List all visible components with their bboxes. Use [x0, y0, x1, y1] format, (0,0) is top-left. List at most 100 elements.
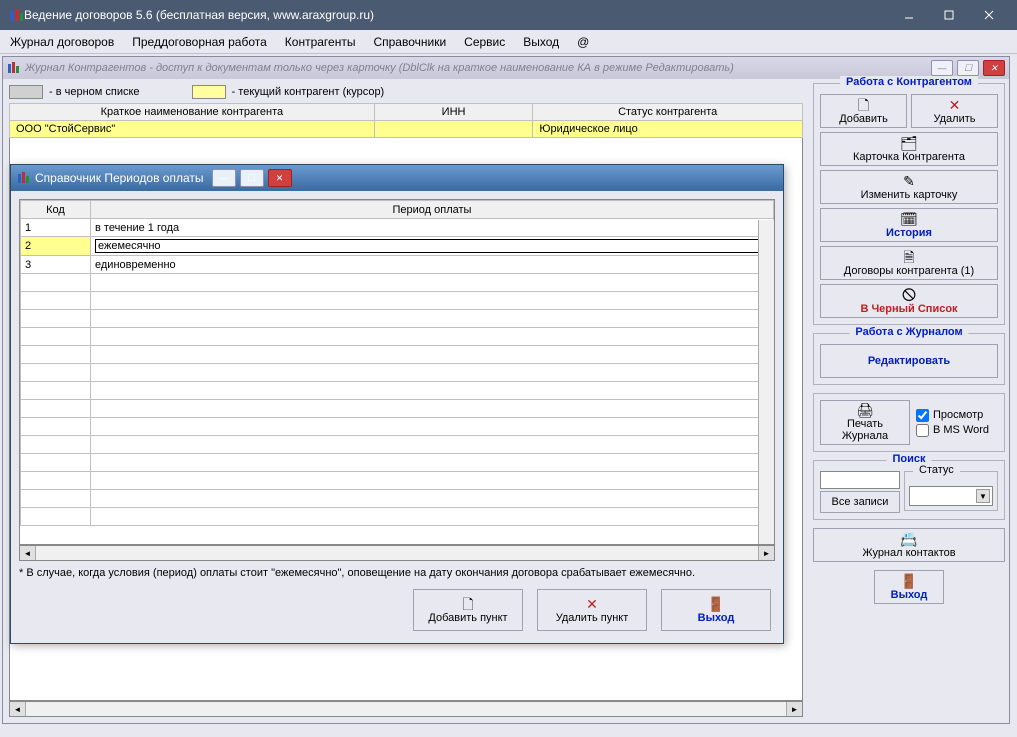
main-menubar: Журнал договоров Преддоговорная работа К… [0, 30, 1017, 54]
dialog-maximize-button[interactable]: ☐ [240, 169, 264, 187]
chevron-down-icon: ▼ [976, 489, 990, 503]
dialog-exit-button[interactable]: 🚪Выход [661, 589, 771, 631]
period-row[interactable] [21, 292, 774, 310]
exit-icon: 🚪 [707, 597, 724, 611]
menu-contracts[interactable]: Журнал договоров [10, 35, 114, 49]
preview-checkbox[interactable]: Просмотр [916, 409, 998, 422]
delete-item-button[interactable]: ✕Удалить пункт [537, 589, 647, 631]
mdi-minimize-button[interactable]: — [931, 60, 953, 76]
period-value-cell [91, 418, 774, 436]
period-code-cell [21, 346, 91, 364]
periods-hscroll-left[interactable]: ◄ [20, 546, 36, 560]
periods-hscroll[interactable]: ◄ ► [19, 545, 775, 561]
dialog-footnote: * В случае, когда условия (период) оплат… [19, 567, 775, 579]
print-button[interactable]: 🖨Печать Журнала [820, 400, 910, 445]
dialog-minimize-button[interactable]: — [212, 169, 236, 187]
hscroll-right[interactable]: ► [786, 702, 802, 716]
document-icon: 🗋 [462, 597, 473, 611]
status-select[interactable]: ▼ [909, 486, 993, 506]
menu-counterparties[interactable]: Контрагенты [285, 35, 356, 49]
period-row[interactable] [21, 310, 774, 328]
period-row[interactable] [21, 454, 774, 472]
period-row[interactable] [21, 364, 774, 382]
period-code-cell [21, 490, 91, 508]
add-button[interactable]: 🗋Добавить [820, 94, 907, 128]
period-code-cell [21, 310, 91, 328]
counterparties-grid[interactable]: Краткое наименование контрагента ИНН Ста… [9, 103, 803, 138]
window-minimize-button[interactable] [889, 0, 929, 30]
col-period[interactable]: Период оплаты [91, 201, 774, 219]
period-value-cell [91, 436, 774, 454]
add-item-button[interactable]: 🗋Добавить пункт [413, 589, 523, 631]
period-code-cell [21, 436, 91, 454]
menu-service[interactable]: Сервис [464, 35, 505, 49]
legend-swatch-current [192, 85, 226, 99]
periods-vscroll[interactable] [758, 220, 774, 544]
periods-grid[interactable]: Код Период оплаты 1в течение 1 года23еди… [19, 199, 775, 545]
history-button[interactable]: 🗓История [820, 208, 998, 242]
mdi-icon [7, 61, 21, 75]
period-row[interactable]: 2 [21, 237, 774, 256]
edit-journal-button[interactable]: Редактировать [820, 344, 998, 378]
delete-button[interactable]: ✕Удалить [911, 94, 998, 128]
menu-directories[interactable]: Справочники [373, 35, 446, 49]
period-value-cell: единовременно [91, 256, 774, 274]
legend-current-label: - текущий контрагент (курсор) [232, 86, 385, 98]
period-row[interactable] [21, 436, 774, 454]
period-code-cell [21, 382, 91, 400]
mdi-close-button[interactable]: ✕ [983, 60, 1005, 76]
period-row[interactable] [21, 382, 774, 400]
period-row[interactable]: 3единовременно [21, 256, 774, 274]
edit-card-button[interactable]: ✎Изменить карточку [820, 170, 998, 204]
col-code[interactable]: Код [21, 201, 91, 219]
card-button[interactable]: 🗂Карточка Контрагента [820, 132, 998, 166]
period-row[interactable] [21, 274, 774, 292]
legend-swatch-blacklist [9, 85, 43, 99]
cell-name: ООО "СтойСервис" [10, 121, 375, 138]
col-name[interactable]: Краткое наименование контрагента [10, 104, 375, 121]
period-row[interactable] [21, 400, 774, 418]
period-row[interactable] [21, 490, 774, 508]
hscroll-left[interactable]: ◄ [10, 702, 26, 716]
period-row[interactable] [21, 472, 774, 490]
counterparty-row[interactable]: ООО "СтойСервис" Юридическое лицо [10, 121, 803, 138]
menu-exit[interactable]: Выход [523, 35, 559, 49]
search-input[interactable] [820, 471, 900, 489]
journal-group-title: Работа с Журналом [849, 326, 968, 338]
period-value-cell [91, 508, 774, 526]
col-inn[interactable]: ИНН [374, 104, 533, 121]
dialog-icon [17, 171, 31, 185]
window-close-button[interactable] [969, 0, 1009, 30]
menu-precontract[interactable]: Преддоговорная работа [132, 35, 267, 49]
dialog-close-button[interactable]: ✕ [268, 169, 292, 187]
legend-row: - в черном списке - текущий контрагент (… [9, 85, 803, 99]
period-row[interactable]: 1в течение 1 года [21, 219, 774, 237]
col-status[interactable]: Статус контрагента [533, 104, 803, 121]
exit-button[interactable]: 🚪Выход [874, 570, 944, 604]
history-icon: 🗓 [900, 212, 918, 226]
periods-hscroll-right[interactable]: ► [758, 546, 774, 560]
period-edit-input[interactable] [95, 239, 769, 253]
window-maximize-button[interactable] [929, 0, 969, 30]
period-row[interactable] [21, 508, 774, 526]
period-code-cell [21, 400, 91, 418]
period-row[interactable] [21, 418, 774, 436]
contracts-button[interactable]: 🗎Договоры контрагента (1) [820, 246, 998, 280]
dialog-title-text: Справочник Периодов оплаты [35, 171, 204, 185]
cell-status: Юридическое лицо [533, 121, 803, 138]
journal-group: Работа с Журналом Редактировать [813, 333, 1005, 385]
all-records-button[interactable]: Все записи [820, 491, 900, 513]
mdi-maximize-button[interactable]: ☐ [957, 60, 979, 76]
menu-at[interactable]: @ [577, 35, 589, 49]
blacklist-button[interactable]: 🛇В Черный Список [820, 284, 998, 318]
grid-hscroll[interactable]: ◄ ► [9, 701, 803, 717]
period-row[interactable] [21, 328, 774, 346]
search-group: Поиск Все записи Статус ▼ [813, 460, 1005, 520]
contacts-journal-button[interactable]: 📇Журнал контактов [813, 528, 1005, 562]
edit-icon: ✎ [903, 174, 915, 188]
period-row[interactable] [21, 346, 774, 364]
payment-periods-dialog: Справочник Периодов оплаты — ☐ ✕ Код Пер… [10, 164, 784, 644]
period-code-cell [21, 472, 91, 490]
word-checkbox[interactable]: В MS Word [916, 424, 998, 437]
period-code-cell: 1 [21, 219, 91, 237]
